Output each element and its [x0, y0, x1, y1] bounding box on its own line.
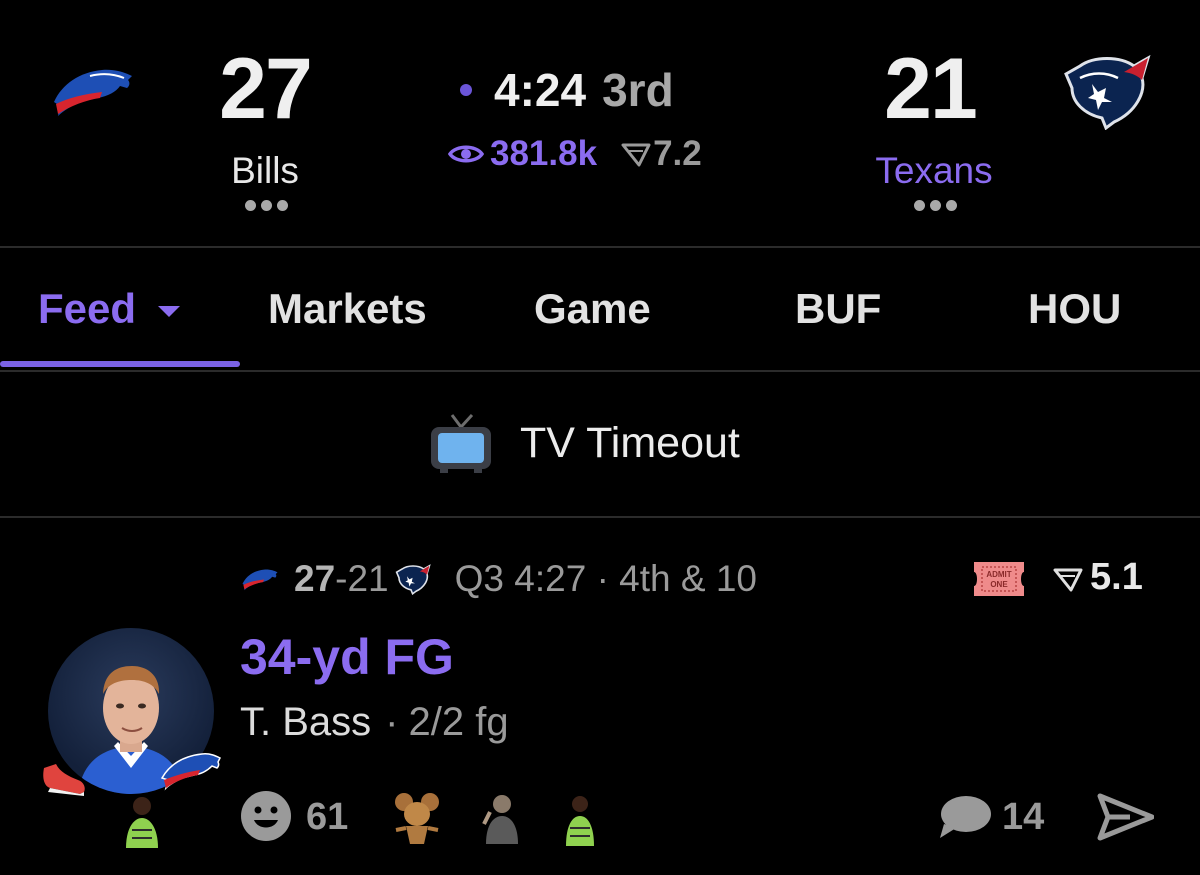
tab-hou[interactable]: HOU: [1028, 284, 1121, 334]
scoreboard: 27 Bills 4:24 3rd 381.8k 7.2 21 Texans: [0, 0, 1200, 246]
tab-markets[interactable]: Markets: [268, 284, 427, 334]
viewer-count: 381.8k: [490, 134, 598, 173]
live-dot-icon: [460, 84, 472, 96]
detail-separator: ·: [385, 700, 399, 744]
reaction-count[interactable]: 61: [306, 796, 348, 839]
tv-icon: [431, 413, 491, 473]
tab-feed[interactable]: Feed: [38, 284, 181, 334]
tab-game[interactable]: Game: [534, 284, 651, 334]
goalkeeper-emoji-icon: [566, 796, 594, 846]
wedge-icon: [1053, 568, 1083, 592]
home-team-name[interactable]: Bills: [165, 150, 365, 192]
play-title[interactable]: 34-yd FG: [240, 628, 454, 686]
game-stats: 381.8k 7.2: [448, 132, 768, 176]
player-name[interactable]: T. Bass: [240, 700, 371, 745]
timeout-label: TV Timeout: [520, 418, 740, 467]
play-odds[interactable]: 5.1: [1090, 556, 1143, 599]
divider: [0, 370, 1200, 372]
away-more-dots-icon[interactable]: [905, 200, 965, 220]
goalkeeper-emoji-icon: [126, 797, 158, 848]
active-tab-indicator: [0, 361, 240, 367]
player-stat: 2/2 fg: [408, 700, 509, 744]
comment-count[interactable]: 14: [1002, 796, 1044, 839]
play-meta: 27 - 21 Q3 4:27 · 4th & 10 ADMIT ONE 5.1: [240, 556, 1160, 602]
smile-icon[interactable]: [240, 790, 292, 842]
bills-logo-badge: [160, 753, 222, 791]
tab-bar: Feed Markets Game BUF HOU: [0, 248, 1200, 370]
admit-one-ticket-icon[interactable]: ADMIT ONE: [972, 560, 1026, 598]
tab-buf[interactable]: BUF: [795, 284, 881, 334]
game-clock: 4:24 3rd: [460, 62, 740, 118]
person-emoji-icon: [482, 795, 518, 844]
comment-icon[interactable]: [936, 794, 992, 840]
play-detail: T. Bass · 2/2 fg: [240, 700, 509, 745]
home-more-dots-icon[interactable]: [236, 200, 296, 220]
game-situation: Q3 4:27 · 4th & 10: [454, 558, 757, 599]
eye-icon: [448, 145, 484, 163]
cartoon-mouse-emoji-icon: [395, 793, 439, 844]
period: 3rd: [602, 64, 674, 116]
bills-logo-small: [242, 569, 278, 591]
home-score: 27: [219, 41, 313, 137]
meta-score-dash: -: [335, 558, 348, 599]
game-rating: 7.2: [653, 134, 702, 173]
card-actions: 61 14: [240, 790, 1160, 850]
texans-logo[interactable]: [1062, 52, 1152, 130]
meta-home-score: 27: [294, 558, 336, 599]
texans-logo-small: [395, 564, 431, 595]
tab-feed-label: Feed: [38, 285, 137, 332]
clock-time: 4:24: [494, 64, 587, 116]
share-icon[interactable]: [1096, 792, 1154, 842]
away-team-name[interactable]: Texans: [834, 150, 1034, 192]
meta-away-score: 21: [347, 558, 389, 599]
wedge-icon: [621, 143, 651, 167]
divider: [0, 516, 1200, 518]
shoe-icon: [43, 764, 85, 796]
ticket-line-2: ONE: [990, 580, 1008, 589]
away-score: 21: [884, 41, 978, 137]
chevron-down-icon[interactable]: [158, 305, 181, 317]
timeout-event: TV Timeout: [428, 408, 808, 478]
ticket-line-1: ADMIT: [986, 570, 1011, 579]
bills-logo[interactable]: [50, 62, 136, 120]
